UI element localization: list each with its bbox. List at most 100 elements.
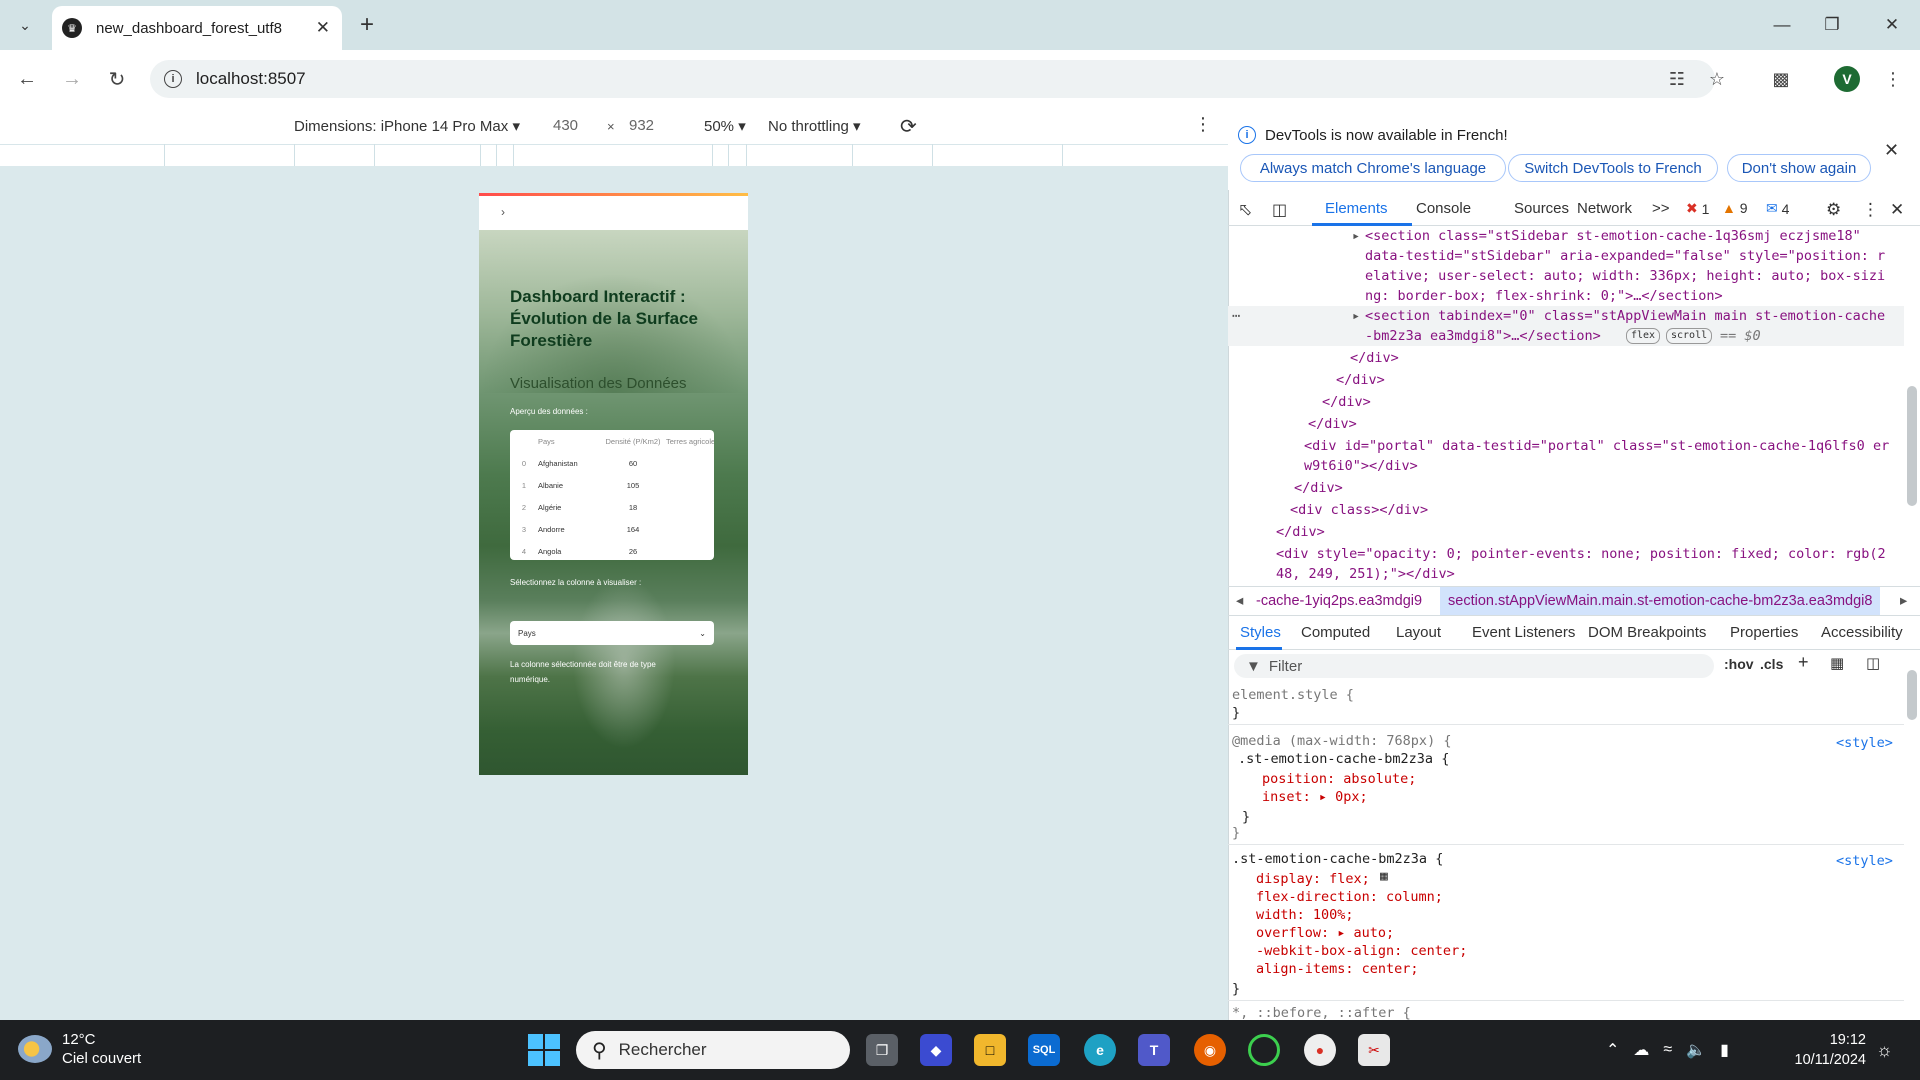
scroll-badge[interactable]: scroll	[1666, 328, 1713, 344]
weather-widget[interactable]: 12°C Ciel couvert	[18, 1030, 141, 1068]
reload-button[interactable]: ↻	[102, 64, 132, 94]
tab-accessibility[interactable]: Accessibility	[1821, 624, 1903, 641]
hov-toggle[interactable]: :hov	[1724, 656, 1754, 672]
dom-line[interactable]: data-testid="stSidebar" aria-expanded="f…	[1365, 246, 1885, 266]
tab-computed[interactable]: Computed	[1301, 624, 1370, 641]
style-property[interactable]: -webkit-box-align: center;	[1256, 942, 1467, 960]
breadcrumb-current[interactable]: section.stAppViewMain.main.st-emotion-ca…	[1440, 587, 1881, 615]
inspect-element-icon[interactable]: ⬁	[1238, 200, 1252, 220]
dom-line[interactable]: 48, 249, 251);"></div>	[1276, 564, 1455, 584]
file-explorer-icon[interactable]: □	[974, 1034, 1006, 1066]
chevron-up-icon[interactable]: ⌃	[1606, 1040, 1619, 1060]
copilot-app-icon[interactable]: ◆	[920, 1034, 952, 1066]
green-app-icon[interactable]	[1248, 1034, 1280, 1066]
cls-toggle[interactable]: .cls	[1760, 656, 1783, 672]
message-count-badge[interactable]: ✉ 4	[1766, 200, 1789, 217]
node-ellipsis-icon[interactable]: ⋯	[1232, 306, 1240, 326]
warning-count-badge[interactable]: ▲ 9	[1722, 200, 1748, 216]
dom-scrollbar[interactable]	[1904, 226, 1920, 584]
zoom-dropdown[interactable]: 50% ▾	[704, 117, 746, 135]
always-match-language-button[interactable]: Always match Chrome's language	[1240, 154, 1506, 182]
dom-line[interactable]: <div id="portal" data-testid="portal" cl…	[1304, 436, 1889, 456]
browser-tab[interactable]: ♛ new_dashboard_forest_utf8 ✕	[52, 6, 342, 50]
device-more-icon[interactable]: ⋮	[1194, 114, 1212, 135]
breadcrumb-right-icon[interactable]: ▸	[1900, 593, 1907, 609]
expand-arrow-icon[interactable]: ▸	[1352, 226, 1360, 246]
error-count-badge[interactable]: ✖ 1	[1686, 200, 1709, 217]
dom-line[interactable]: ng: border-box; flex-shrink: 0;">…</sect…	[1365, 286, 1723, 306]
window-close-button[interactable]: ✕	[1872, 10, 1912, 40]
width-input[interactable]: 430	[553, 117, 578, 134]
rotate-icon[interactable]: ⟳	[900, 114, 917, 139]
switch-to-french-button[interactable]: Switch DevTools to French	[1508, 154, 1718, 182]
site-info-icon[interactable]: i	[164, 70, 182, 88]
tab-styles[interactable]: Styles	[1240, 624, 1281, 641]
dom-line[interactable]: w9t6i0"></div>	[1304, 456, 1418, 476]
tab-sources[interactable]: Sources	[1514, 200, 1569, 217]
back-button[interactable]: ←	[12, 64, 42, 94]
dom-line[interactable]: elative; user-select: auto; width: 336px…	[1365, 266, 1885, 286]
style-property[interactable]: flex-direction: column;	[1256, 888, 1443, 906]
minimize-button[interactable]: —	[1762, 10, 1802, 40]
style-property[interactable]: inset: ▸ 0px;	[1262, 788, 1368, 806]
tab-search-button[interactable]: ⌄	[10, 12, 40, 38]
close-devtools-icon[interactable]: ✕	[1890, 200, 1904, 220]
style-property[interactable]: overflow: ▸ auto;	[1256, 924, 1394, 942]
extensions-icon[interactable]: ▩	[1766, 64, 1796, 94]
flex-badge[interactable]: flex	[1626, 328, 1661, 344]
wifi-icon[interactable]: ≈	[1663, 1041, 1672, 1059]
tab-properties[interactable]: Properties	[1730, 624, 1798, 641]
sidebar-toggle-icon[interactable]: ◫	[1866, 654, 1880, 672]
expand-arrow-icon[interactable]: ▸	[1352, 306, 1360, 326]
edge-browser-icon[interactable]: e	[1084, 1034, 1116, 1066]
data-preview-table[interactable]: Pays Densité (P/Km2) Terres agricoles 0 …	[510, 430, 714, 560]
device-toggle-icon[interactable]: ◫	[1272, 200, 1287, 220]
selector-line[interactable]: .st-emotion-cache-bm2z3a {	[1232, 850, 1443, 868]
table-header-cell[interactable]: Terres agricoles	[666, 437, 714, 446]
notifications-icon[interactable]: ☼	[1876, 1040, 1893, 1061]
scrollbar-thumb[interactable]	[1907, 386, 1917, 506]
dom-line[interactable]: <div style="opacity: 0; pointer-events: …	[1276, 544, 1886, 564]
snipping-tool-icon[interactable]: ✂	[1358, 1034, 1390, 1066]
selector-line[interactable]: *, ::before, ::after {	[1232, 1004, 1411, 1020]
tab-event-listeners[interactable]: Event Listeners	[1472, 624, 1575, 641]
teams-app-icon[interactable]: T	[1138, 1034, 1170, 1066]
add-rule-icon[interactable]: +	[1798, 652, 1809, 673]
style-property[interactable]: align-items: center;	[1256, 960, 1419, 978]
paint-icon[interactable]: ▦	[1830, 654, 1844, 672]
styles-filter-input[interactable]: ▼ Filter	[1234, 654, 1714, 678]
style-property[interactable]: width: 100%;	[1256, 906, 1354, 924]
breadcrumb-item[interactable]: -cache-1yiq2ps.ea3mdgi9	[1256, 593, 1422, 609]
tab-network[interactable]: Network	[1577, 200, 1632, 217]
start-button[interactable]	[528, 1034, 560, 1066]
dont-show-again-button[interactable]: Don't show again	[1727, 154, 1871, 182]
throttling-dropdown[interactable]: No throttling ▾	[768, 117, 861, 135]
style-source-link[interactable]: <style>	[1836, 852, 1893, 870]
style-property[interactable]: display: flex;	[1256, 870, 1370, 888]
dom-line[interactable]: </div>	[1276, 522, 1325, 542]
styles-pane[interactable]: element.style { } @media (max-width: 768…	[1228, 684, 1904, 1020]
scrollbar-thumb[interactable]	[1907, 670, 1917, 720]
close-tab-icon[interactable]: ✕	[316, 18, 330, 38]
dom-line-selected[interactable]: <section tabindex="0" class="stAppViewMa…	[1365, 306, 1885, 326]
table-header-cell[interactable]: Densité (P/Km2)	[600, 437, 666, 446]
close-notice-icon[interactable]: ✕	[1884, 140, 1899, 161]
forward-button[interactable]: →	[57, 64, 87, 94]
style-property[interactable]: position: absolute;	[1262, 770, 1416, 788]
system-clock[interactable]: 19:12 10/11/2024	[1792, 1030, 1867, 1070]
flexbox-editor-icon[interactable]: ▦	[1380, 868, 1388, 886]
style-line[interactable]: element.style {	[1232, 686, 1354, 704]
height-input[interactable]: 932	[629, 117, 654, 134]
tab-elements[interactable]: Elements	[1325, 200, 1388, 217]
media-query-line[interactable]: @media (max-width: 768px) {	[1232, 732, 1451, 750]
selector-line[interactable]: .st-emotion-cache-bm2z3a {	[1238, 750, 1449, 768]
tab-console[interactable]: Console	[1416, 200, 1471, 217]
speaker-icon[interactable]: 🔈	[1686, 1040, 1706, 1060]
taskbar-search[interactable]: ⚲ Rechercher	[576, 1031, 850, 1069]
media-query-ruler[interactable]	[0, 144, 1228, 166]
device-dimensions-dropdown[interactable]: Dimensions: iPhone 14 Pro Max ▾	[294, 117, 520, 135]
dom-line[interactable]: </div>	[1308, 414, 1357, 434]
table-header-cell[interactable]: Pays	[538, 437, 600, 446]
new-tab-button[interactable]: +	[352, 10, 382, 40]
dom-tree[interactable]: ⋯ ▸ <section class="stSidebar st-emotion…	[1228, 226, 1904, 584]
